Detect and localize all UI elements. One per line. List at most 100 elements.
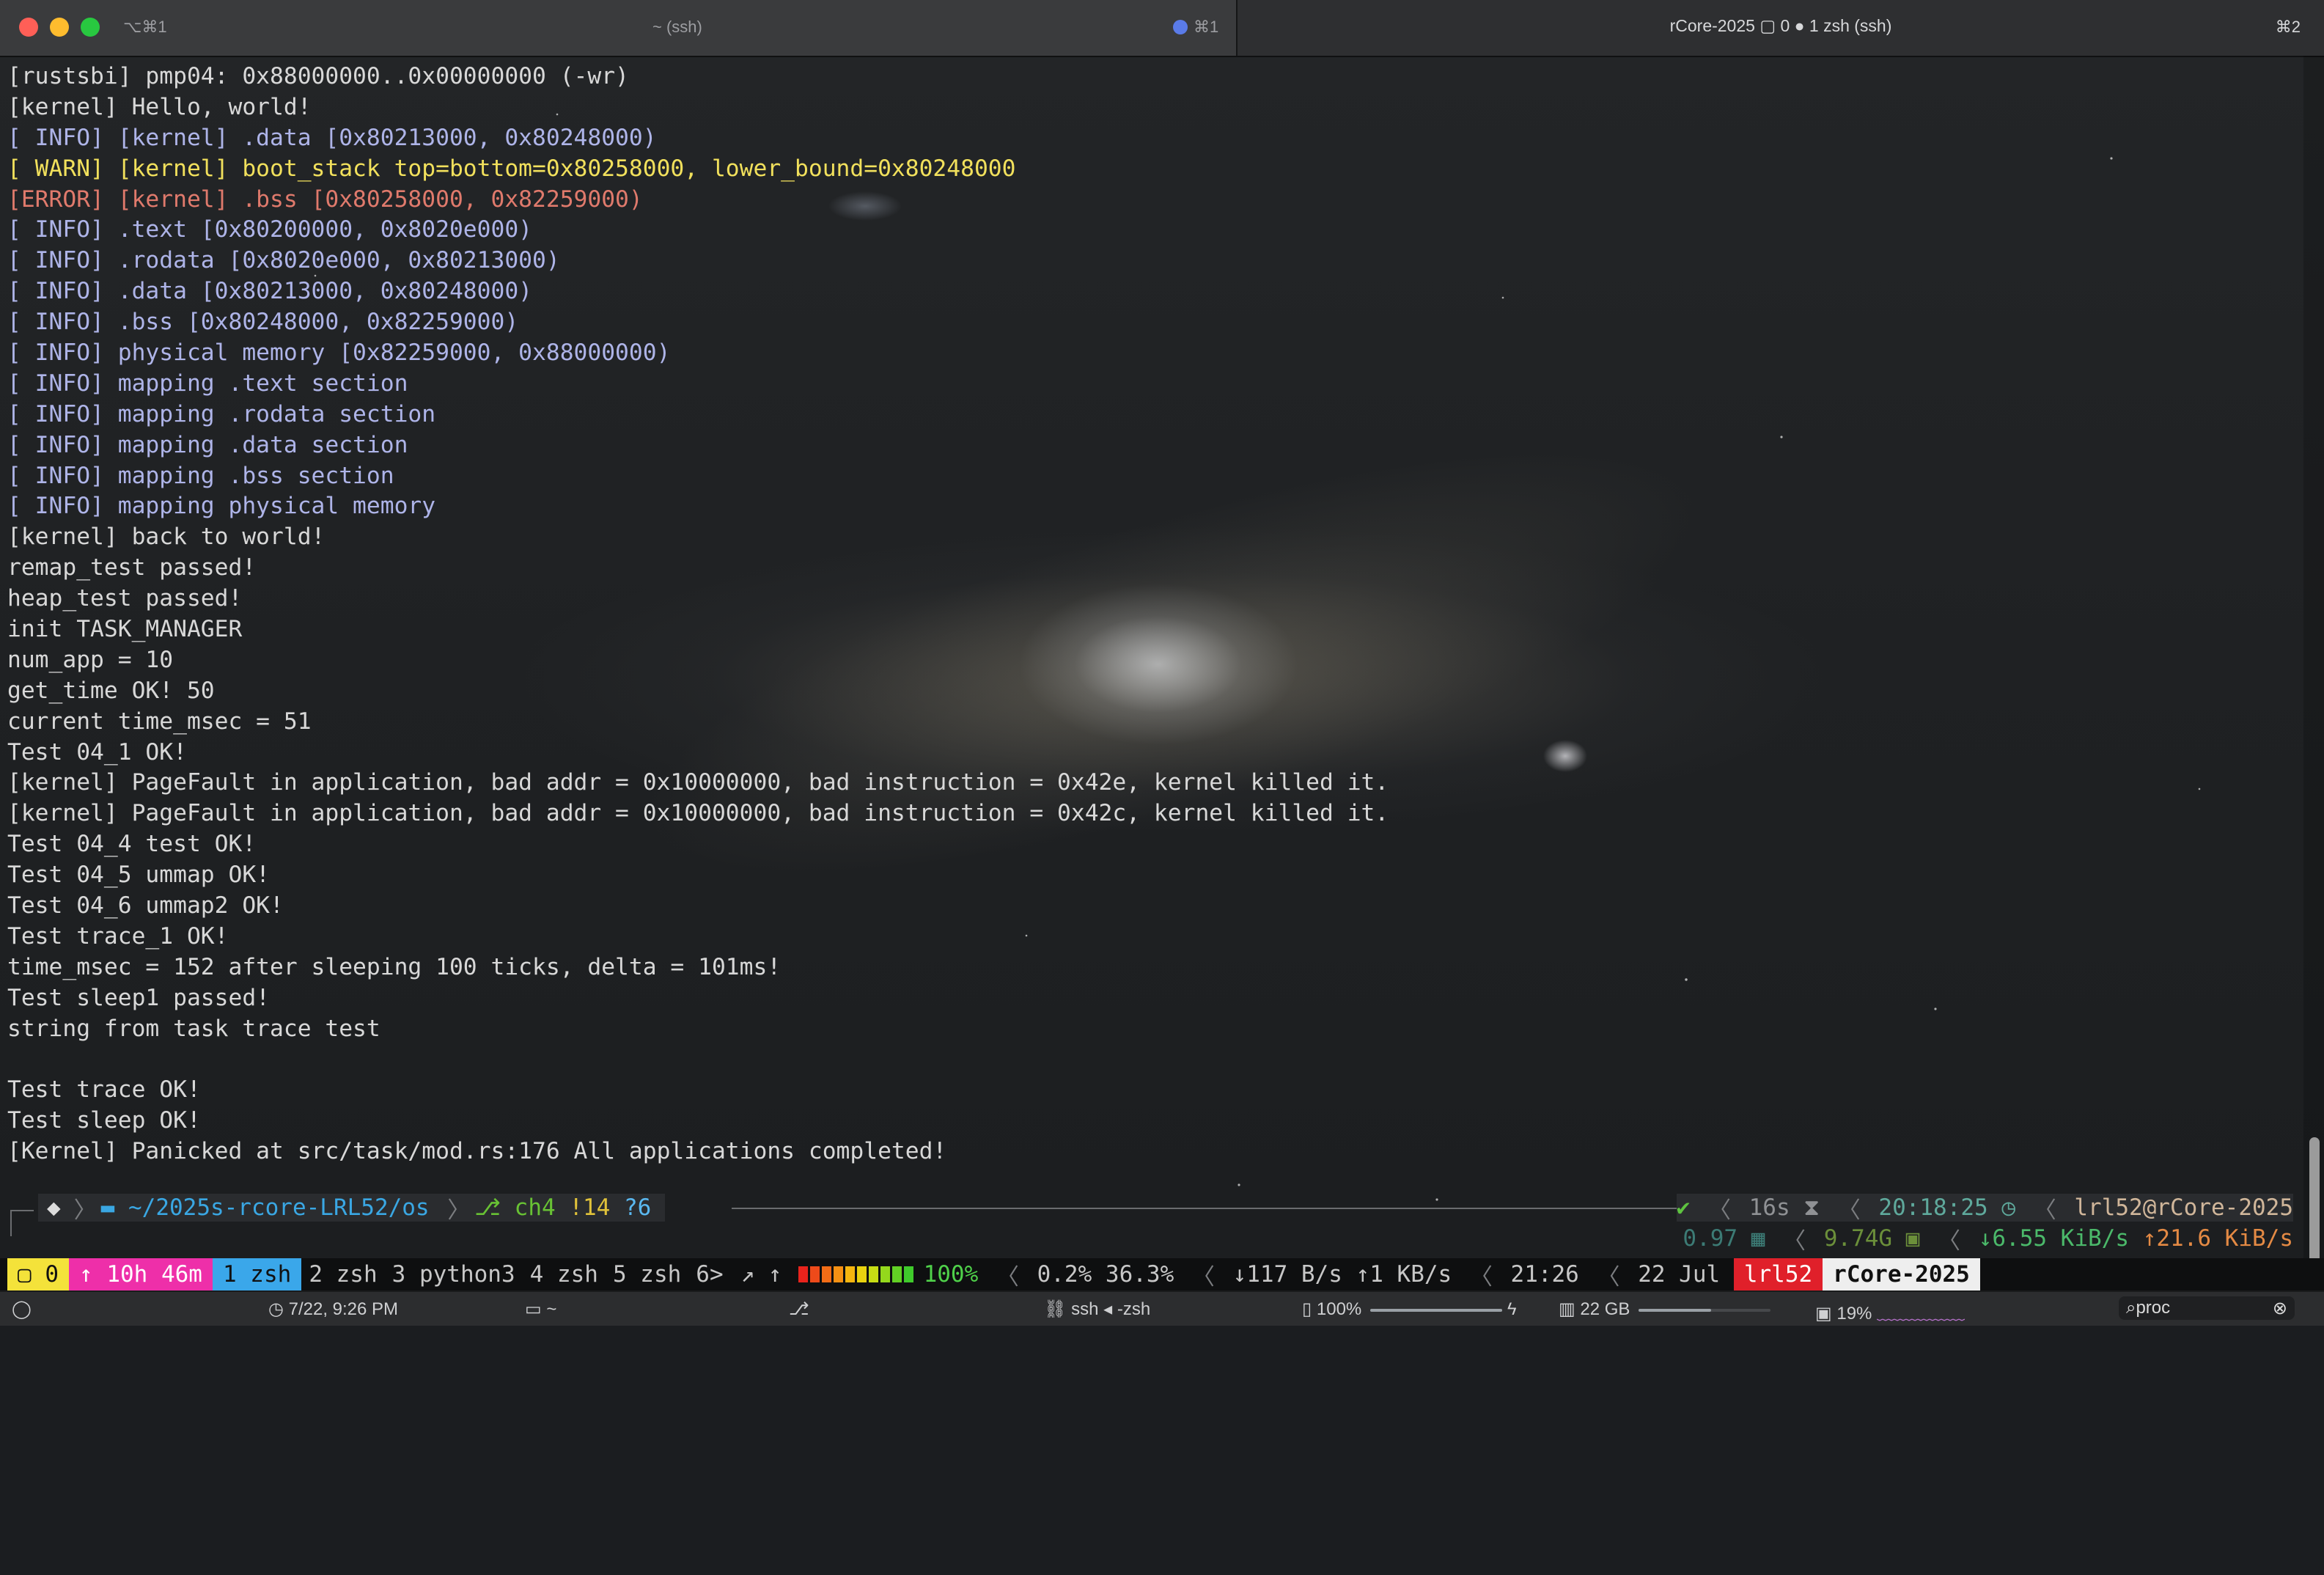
folder-item[interactable]: ▭ ~ <box>525 1299 556 1320</box>
user-host: lrl52@rCore-2025 <box>2074 1194 2293 1221</box>
terminal-line: Test 04_1 OK! <box>7 738 187 766</box>
clear-icon[interactable]: ⊗ <box>2273 1298 2287 1319</box>
load-average: 0.97 <box>1683 1225 1738 1252</box>
tmux-window[interactable]: 4 zsh <box>523 1261 606 1288</box>
battery-meter <box>798 1266 913 1282</box>
tmux-window-active[interactable]: 1 zsh <box>212 1258 302 1291</box>
terminal-line: Test 04_4 test OK! <box>7 831 257 858</box>
terminal-line: Test trace OK! <box>7 1076 201 1104</box>
memory-item[interactable]: ▥ 22 GB <box>1559 1299 1771 1320</box>
clock-icon: ◷ <box>1987 1194 2016 1221</box>
cpu-graph: ﹏﹏﹏﹏﹏ <box>1872 1304 1966 1323</box>
tmux-uptime: ↑ 10h 46m <box>69 1258 213 1291</box>
tmux-mem: 36.3% <box>1105 1261 1174 1288</box>
tmux-user: lrl52 <box>1733 1258 1823 1291</box>
net-up: ↑21.6 KiB/s <box>2142 1225 2293 1252</box>
tab-title: ~ (ssh) <box>652 18 702 36</box>
terminal-line: init TASK_MANAGER <box>7 616 243 643</box>
search-icon: ⌕ <box>2126 1298 2136 1318</box>
apple-icon: ◆ <box>47 1194 61 1221</box>
shell-prompt: ◆ 〉 ▬ ~/2025s-rcore-LRL52/os 〉 ⎇ ch4 !14… <box>0 1189 2324 1255</box>
session-item[interactable]: ⛓ ssh ◂ -zsh <box>1044 1299 1150 1320</box>
terminal-line: [ INFO] mapping .rodata section <box>7 400 436 427</box>
memory-icon: ▥ <box>1559 1299 1581 1319</box>
battery-item[interactable]: ▯ 100% ϟ <box>1302 1299 1517 1320</box>
terminal-line: Test 04_6 ummap2 OK! <box>7 892 284 919</box>
battery-bar <box>1370 1308 1503 1312</box>
git-untracked: ?6 <box>624 1194 652 1221</box>
tmux-window-list: 2 zsh 3 python3 4 zsh 5 zsh 6> <box>301 1261 730 1288</box>
prompt-frame <box>10 1210 34 1236</box>
close-button[interactable] <box>19 18 38 37</box>
session-icon: ▢ <box>18 1261 45 1288</box>
terminal-output[interactable]: [rustsbi] pmp04: 0x88000000..0x00000000 … <box>7 62 2273 1167</box>
folder-icon: ▬ <box>100 1194 128 1221</box>
battery-cell <box>891 1266 902 1282</box>
net-down: ↓6.55 KiB/s <box>1978 1225 2130 1252</box>
tmux-cpu: 0.2% <box>1037 1261 1092 1288</box>
terminal-line: get_time OK! 50 <box>7 677 215 704</box>
search-input[interactable]: ⌕ proc ⊗ <box>2119 1296 2295 1320</box>
terminal-line: Test sleep1 passed! <box>7 984 271 1011</box>
scrollbar[interactable] <box>2303 56 2324 1284</box>
tmux-session[interactable]: ▢ 0 <box>7 1258 69 1291</box>
tmux-battery: 100% <box>923 1261 979 1288</box>
memory-used: 9.74G <box>1823 1225 1893 1252</box>
zoom-button[interactable] <box>81 18 100 37</box>
battery-cell <box>903 1266 913 1282</box>
terminal-line: [ INFO] mapping .bss section <box>7 462 394 489</box>
tab-shortcut: ⌘2 <box>2275 18 2301 36</box>
tmux-window[interactable]: 5 zsh <box>606 1261 688 1288</box>
battery-cell <box>845 1266 855 1282</box>
prompt-clock: 20:18:25 <box>1878 1194 1988 1221</box>
terminal-line: [ INFO] mapping .data section <box>7 431 408 458</box>
tmux-arrows: ↗ ↑ <box>740 1261 782 1288</box>
tab-badge: ⌘1 <box>1173 18 1218 37</box>
terminal-line: Test sleep OK! <box>7 1107 201 1134</box>
terminal-line: [ INFO] .data [0x80213000, 0x80248000) <box>7 278 533 305</box>
status-ok: ✔ <box>1676 1194 1691 1221</box>
memory-bar <box>1639 1308 1771 1312</box>
battery-cell <box>880 1266 890 1282</box>
command-duration: 16s <box>1748 1194 1790 1221</box>
folder-icon: ▭ <box>525 1299 547 1319</box>
charging-icon: ϟ <box>1502 1299 1517 1319</box>
cpu-item[interactable]: ▣ 19% ﹏﹏﹏﹏﹏ <box>1815 1299 1965 1324</box>
tmux-date: 22 Jul <box>1638 1261 1721 1288</box>
terminal-line: [ERROR] [kernel] .bss [0x80258000, 0x822… <box>7 186 643 213</box>
git-item[interactable]: ⎇ <box>789 1299 809 1320</box>
tmux-net: ↓117 B/s ↑1 KB/s <box>1232 1261 1452 1288</box>
terminal-line: remap_test passed! <box>7 554 257 581</box>
tmux-status-bar: ▢ 0 ↑ 10h 46m 1 zsh 2 zsh 3 python3 4 zsh 5… <box>0 1258 2324 1291</box>
link-icon: ⛓ <box>1044 1299 1072 1319</box>
user-icon[interactable]: ◯ <box>12 1299 32 1320</box>
tab-shortcut: ⌥⌘1 <box>123 18 167 36</box>
tmux-host: rCore-2025 <box>1823 1258 1980 1291</box>
hourglass-icon: ⧗ <box>1790 1194 1820 1221</box>
terminal-line: Test trace_1 OK! <box>7 922 229 950</box>
load-icon: ▦ <box>1738 1225 1765 1252</box>
window-titlebar: ⌥⌘1 ~ (ssh) ⌘1 rCore-2025 ▢ 0 ● 1 zsh (s… <box>0 0 2324 57</box>
terminal-line: [ INFO] [kernel] .data [0x80213000, 0x80… <box>7 124 657 151</box>
terminal-line: [ INFO] .bss [0x80248000, 0x82259000) <box>7 309 519 336</box>
battery-cell <box>821 1266 831 1282</box>
tmux-time: 21:26 <box>1510 1261 1579 1288</box>
battery-cell <box>798 1266 808 1282</box>
tmux-window[interactable]: 2 zsh <box>301 1261 384 1288</box>
minimize-button[interactable] <box>50 18 69 37</box>
terminal-line: heap_test passed! <box>7 585 243 612</box>
tab-rcore[interactable]: rCore-2025 ▢ 0 ● 1 zsh (ssh) ⌘2 <box>1238 0 2324 56</box>
terminal-line: [ INFO] mapping .text section <box>7 370 408 397</box>
terminal-line: [kernel] PageFault in application, bad a… <box>7 769 1389 796</box>
prompt-path: ~/2025s-rcore-LRL52/os <box>128 1194 430 1221</box>
terminal-line: [ WARN] [kernel] boot_stack top=bottom=0… <box>7 155 1016 182</box>
terminal-line: [kernel] PageFault in application, bad a… <box>7 800 1389 827</box>
traffic-lights <box>19 18 100 37</box>
tmux-window[interactable]: 3 python3 <box>385 1261 523 1288</box>
tmux-window[interactable]: 6> <box>688 1261 730 1288</box>
battery-cell <box>809 1266 820 1282</box>
terminal-line: [ INFO] physical memory [0x82259000, 0x8… <box>7 339 671 367</box>
datetime-item[interactable]: ◷ 7/22, 9:26 PM <box>268 1299 398 1320</box>
tab-ssh-home[interactable]: ⌥⌘1 ~ (ssh) ⌘1 <box>0 0 1238 56</box>
